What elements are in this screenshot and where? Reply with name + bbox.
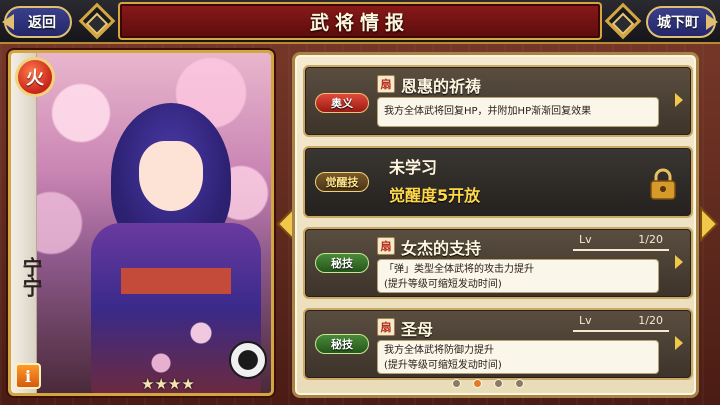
skill-unlock-condition: 觉醒度5开放	[389, 186, 481, 205]
skill-name: 女杰的支持	[401, 239, 482, 258]
info-button[interactable]: i	[15, 363, 41, 389]
skill-panel: 奥义 扇 恩惠的祈祷 我方全体武将回复HP，并附加HP渐渐回复效果 觉醒技 未学…	[292, 52, 699, 398]
skill-name: 恩惠的祈祷	[401, 77, 482, 96]
skill-badge: 觉醒技	[315, 172, 369, 192]
ornament-knot-icon	[78, 2, 116, 40]
tomoe-emblem-icon	[229, 341, 267, 379]
skill-badge: 奥义	[315, 93, 369, 113]
level-value: 1/20	[638, 314, 663, 327]
chevron-right-icon	[675, 255, 683, 269]
page-title: 武将情报	[309, 11, 410, 34]
skill-name: 圣母	[401, 320, 434, 339]
skill-row-secret-2[interactable]: 秘技 扇 圣母 Lv 1/20 我方全体武将防御力提升 (提升等级可缩短发动时间…	[303, 308, 693, 380]
skill-level: Lv 1/20	[573, 233, 669, 251]
character-card[interactable]: 火 宁宁 i ★★★★	[8, 50, 274, 396]
back-button[interactable]: 返回	[2, 6, 72, 38]
character-name: 宁宁	[19, 257, 43, 297]
skill-row-ougi[interactable]: 奥义 扇 恩惠的祈祷 我方全体武将回复HP，并附加HP渐渐回复效果	[303, 65, 693, 137]
lock-icon	[650, 168, 676, 200]
fan-icon: 扇	[377, 237, 395, 255]
skill-badge: 秘技	[315, 253, 369, 273]
page-indicator	[452, 379, 524, 388]
skill-badge: 秘技	[315, 334, 369, 354]
level-label: Lv	[579, 314, 592, 327]
page-dot-active[interactable]	[473, 379, 482, 388]
skill-level: Lv 1/20	[573, 314, 669, 332]
character-portrait	[11, 53, 271, 393]
character-sash	[121, 268, 231, 294]
skill-description: 「弹」类型全体武将的攻击力提升 (提升等级可缩短发动时间)	[377, 259, 659, 293]
character-face	[139, 141, 203, 211]
skill-description: 我方全体武将回复HP，并附加HP渐渐回复效果	[377, 97, 659, 127]
fan-icon: 扇	[377, 75, 395, 93]
chevron-right-icon	[675, 93, 683, 107]
fire-element-icon: 火	[15, 57, 55, 97]
town-button[interactable]: 城下町	[646, 6, 718, 38]
level-value: 1/20	[638, 233, 663, 246]
next-arrow-icon[interactable]	[699, 206, 719, 242]
skill-row-secret-1[interactable]: 秘技 扇 女杰的支持 Lv 1/20 「弹」类型全体武将的攻击力提升 (提升等级…	[303, 227, 693, 299]
page-dot[interactable]	[515, 379, 524, 388]
page-dot[interactable]	[452, 379, 461, 388]
rarity-stars: ★★★★	[141, 375, 195, 393]
page-title-plate: 武将情报	[118, 2, 602, 40]
top-bar: 返回 武将情报 城下町	[0, 0, 720, 44]
skill-description: 我方全体武将防御力提升 (提升等级可缩短发动时间)	[377, 340, 659, 374]
level-label: Lv	[579, 233, 592, 246]
ornament-knot-icon	[604, 2, 642, 40]
skill-locked-title: 未学习	[389, 158, 438, 177]
card-name-strip	[11, 53, 37, 393]
chevron-right-icon	[675, 336, 683, 350]
fan-icon: 扇	[377, 318, 395, 336]
skill-row-awakening[interactable]: 觉醒技 未学习 觉醒度5开放	[303, 146, 693, 218]
page-dot[interactable]	[494, 379, 503, 388]
